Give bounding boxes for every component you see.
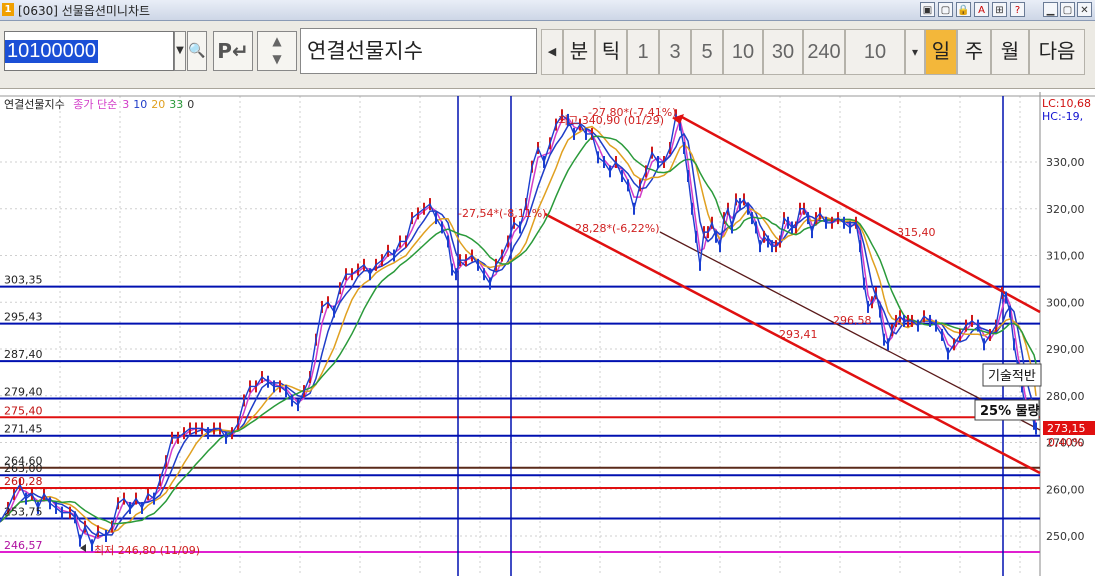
level-c-annotation: 293,41 — [779, 328, 818, 341]
close-button[interactable]: ✕ — [1077, 2, 1092, 17]
instrument-name-field[interactable]: 연결선물지수 — [300, 28, 537, 74]
y-tick-label: 300,00 — [1046, 296, 1085, 309]
support-line-label: 246,57 — [4, 539, 43, 552]
quantity-box: 25% 물량 — [980, 404, 1040, 419]
period-10[interactable]: 10 — [723, 29, 763, 75]
legend-ma-type: 종가 단순 — [73, 98, 118, 111]
legend-series: 연결선물지수 — [4, 98, 65, 111]
stepper-button[interactable]: ▲ ▼ — [257, 31, 297, 71]
app-icon: 1 — [2, 3, 14, 16]
line-value-labels: 303,35295,43287,40279,40275,40271,45264,… — [4, 274, 43, 552]
support-line-label: 295,43 — [4, 311, 43, 324]
period-1[interactable]: 1 — [627, 29, 659, 75]
support-line-label: 253,75 — [4, 505, 43, 518]
tech-rebound-box: 기술적반 — [988, 369, 1036, 384]
toolbar: 10100000 ▼ 🔍 P↵ ▲ ▼ 연결선물지수 ◀ 분 틱 1 3 5 10… — [0, 21, 1095, 89]
hc-label: HC:-19, — [1042, 110, 1083, 123]
current-change-tag: 0,40% — [1048, 436, 1083, 449]
level-a-annotation: 315,40 — [897, 226, 936, 239]
support-line-label: 260,28 — [4, 475, 43, 488]
period-dropdown-button[interactable]: ▾ — [905, 29, 925, 75]
price-chart[interactable]: 330,00320,00310,00300,00290,00280,00270,… — [0, 92, 1095, 576]
support-line-label: 271,45 — [4, 423, 43, 436]
y-axis-labels: 330,00320,00310,00300,00290,00280,00270,… — [1046, 156, 1085, 543]
search-icon[interactable]: 🔍 — [187, 31, 207, 71]
legend-ma-10: 10 — [133, 98, 148, 111]
legend-ma-3: 3 — [122, 98, 130, 111]
support-line-label: 275,40 — [4, 404, 43, 417]
help-icon[interactable]: ? — [1010, 2, 1025, 17]
lc-label: LC:10,68 — [1042, 97, 1091, 110]
grid-icon[interactable]: ⊞ — [992, 2, 1007, 17]
period-month[interactable]: 월 — [991, 29, 1029, 75]
y-tick-label: 320,00 — [1046, 203, 1085, 216]
scroll-left-button[interactable]: ◀ — [541, 29, 563, 75]
restore-icon[interactable]: ▢ — [938, 2, 953, 17]
legend-ma-20: 20 — [151, 98, 166, 111]
code-value: 10100000 — [5, 40, 98, 63]
title-bar: 1 [0630] 선물옵션미니차트 ▣ ▢ 🔒 A ⊞ ? ▁ ▢ ✕ — [0, 0, 1095, 21]
support-line-label: 287,40 — [4, 348, 43, 361]
chart-legend: 연결선물지수 종가 단순 3 10 20 33 0 — [4, 96, 199, 112]
price-series — [0, 109, 1037, 552]
maximize-button[interactable]: ▢ — [1060, 2, 1075, 17]
code-dropdown-button[interactable]: ▼ — [174, 31, 186, 71]
period-tick[interactable]: 틱 — [595, 29, 627, 75]
moving-average-line — [0, 122, 1037, 537]
period-day[interactable]: 일 — [925, 29, 957, 75]
code-input[interactable]: 10100000 — [4, 31, 174, 71]
font-icon[interactable]: A — [974, 2, 989, 17]
period-week[interactable]: 주 — [957, 29, 991, 75]
price-line — [0, 112, 1037, 548]
fib-a-annotation: -27,54*(-8,11%) — [458, 207, 546, 220]
minimize-button[interactable]: ▁ — [1043, 2, 1058, 17]
y-tick-label: 330,00 — [1046, 156, 1085, 169]
lock-icon[interactable]: 🔒 — [956, 2, 971, 17]
legend-ma-0: 0 — [187, 98, 195, 111]
y-tick-label: 260,00 — [1046, 483, 1085, 496]
y-tick-label: 250,00 — [1046, 530, 1085, 543]
moving-average-line — [0, 135, 1037, 525]
moving-average-line — [0, 125, 1037, 533]
y-tick-label: 290,00 — [1046, 343, 1085, 356]
y-tick-label: 280,00 — [1046, 390, 1085, 403]
layout-icon[interactable]: ▣ — [920, 2, 935, 17]
low-annotation: 최저 246,80 (11/09) — [94, 544, 200, 557]
support-line-label: 279,40 — [4, 386, 43, 399]
y-tick-label: 310,00 — [1046, 250, 1085, 263]
period-5[interactable]: 5 — [691, 29, 723, 75]
period-minute[interactable]: 분 — [563, 29, 595, 75]
period-240[interactable]: 240 — [803, 29, 845, 75]
period-30[interactable]: 30 — [763, 29, 803, 75]
legend-ma-33: 33 — [169, 98, 184, 111]
fib-top-annotation: -27,80*(-7,41%) — [588, 106, 676, 119]
pin-button[interactable]: P↵ — [213, 31, 253, 71]
support-line-label: 303,35 — [4, 274, 43, 287]
fib-b-annotation: 28,28*(-6,22%) — [575, 222, 660, 235]
period-3[interactable]: 3 — [659, 29, 691, 75]
level-b-annotation: 296,58 — [833, 314, 872, 327]
support-line-label: 263,00 — [4, 462, 43, 475]
window-title: [0630] 선물옵션미니차트 — [18, 4, 151, 18]
custom-period-field[interactable]: 10 — [845, 29, 905, 75]
next-button[interactable]: 다음 — [1029, 29, 1085, 75]
current-price-tag: 273,15 — [1047, 422, 1086, 435]
